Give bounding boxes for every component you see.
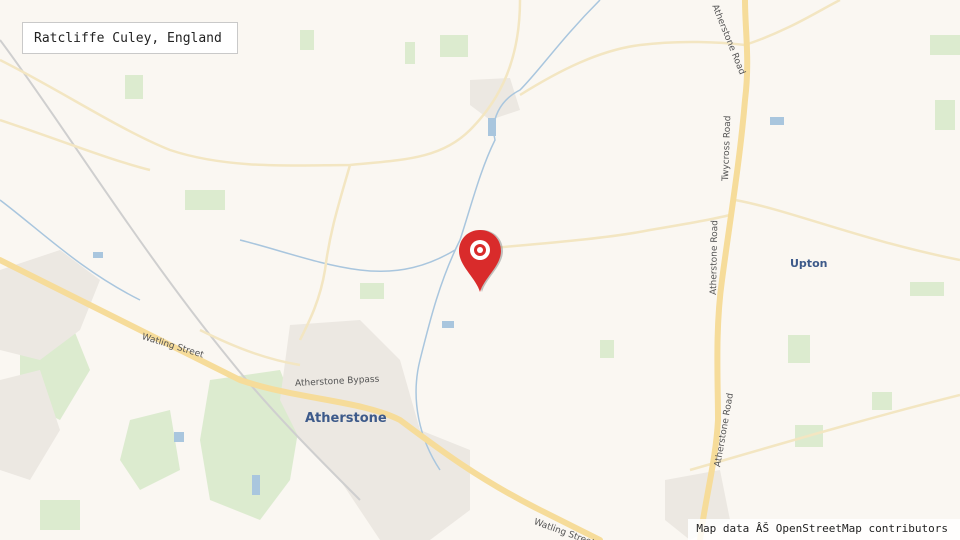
urban-areas: [0, 78, 730, 540]
location-title-box: Ratcliffe Culey, England: [22, 22, 238, 54]
village-label-upton: Upton: [790, 257, 828, 270]
map-attribution[interactable]: Map data ÂŠ OpenStreetMap contributors: [688, 519, 960, 540]
map-pin-icon[interactable]: [456, 228, 504, 292]
location-title: Ratcliffe Culey, England: [34, 30, 222, 46]
attribution-text: Map data ÂŠ OpenStreetMap contributors: [696, 522, 948, 535]
town-label-atherstone: Atherstone: [305, 411, 387, 426]
road-label-atherstone-road-2: Atherstone Road: [709, 220, 721, 296]
map-canvas[interactable]: Atherstone Upton Watling Street Athersto…: [0, 0, 960, 540]
